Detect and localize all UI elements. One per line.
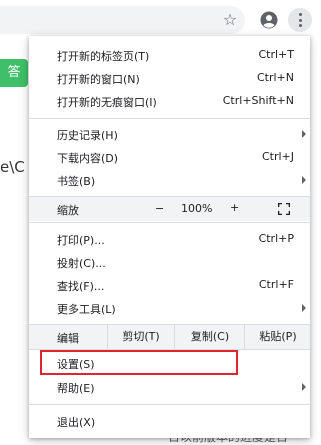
menu-item-bookmarks[interactable]: 书签(B) <box>29 169 310 192</box>
menu-item-label: 打开新的标签页(T) <box>57 50 150 63</box>
menu-item-label: 查找(F)... <box>57 280 105 293</box>
submenu-arrow-icon <box>302 383 306 391</box>
zoom-out-button[interactable]: − <box>155 202 164 215</box>
submenu-arrow-icon <box>302 130 306 138</box>
menu-item-label: 下载内容(D) <box>57 152 119 165</box>
cut-button[interactable]: 剪切(T) <box>107 325 174 349</box>
settings-highlight-box <box>40 350 238 375</box>
menu-item-label: 书签(B) <box>57 175 96 188</box>
page-green-button[interactable]: 答 <box>0 59 28 87</box>
menu-item-shortcut: Ctrl+J <box>261 150 294 163</box>
menu-divider <box>29 222 310 223</box>
menu-edit-row: 编辑 剪切(T) 复制(C) 粘贴(P) <box>29 325 310 349</box>
zoom-level-value: 100% <box>181 202 213 215</box>
chrome-main-menu: 打开新的标签页(T) Ctrl+T 打开新的窗口(N) Ctrl+N 打开新的无… <box>29 36 310 438</box>
menu-item-more-tools[interactable]: 更多工具(L) <box>29 297 310 320</box>
menu-item-label: 打印(P)... <box>57 234 105 247</box>
menu-item-shortcut: Ctrl+T <box>258 48 294 61</box>
edit-label: 编辑 <box>57 332 79 345</box>
menu-item-new-tab[interactable]: 打开新的标签页(T) Ctrl+T <box>29 44 310 67</box>
menu-item-label: 帮助(E) <box>57 382 95 395</box>
menu-item-print[interactable]: 打印(P)... Ctrl+P <box>29 228 310 251</box>
submenu-arrow-icon <box>302 176 306 184</box>
menu-item-label: 历史记录(H) <box>57 129 118 142</box>
menu-item-shortcut: Ctrl+Shift+N <box>222 94 294 107</box>
menu-item-new-window[interactable]: 打开新的窗口(N) Ctrl+N <box>29 67 310 90</box>
menu-item-label: 投射(C)... <box>57 257 106 270</box>
menu-divider <box>29 404 310 405</box>
menu-item-label: 退出(X) <box>57 416 96 429</box>
menu-divider <box>29 118 310 119</box>
menu-item-find[interactable]: 查找(F)... Ctrl+F <box>29 274 310 297</box>
menu-item-shortcut: Ctrl+P <box>258 232 294 245</box>
menu-dots-icon[interactable] <box>288 8 312 32</box>
browser-toolbar: ☆ <box>0 0 321 40</box>
bookmark-star-icon[interactable]: ☆ <box>221 11 239 29</box>
submenu-arrow-icon <box>302 304 306 312</box>
paste-button[interactable]: 粘贴(P) <box>244 325 311 349</box>
menu-item-help[interactable]: 帮助(E) <box>29 376 310 399</box>
zoom-in-button[interactable]: + <box>230 201 239 214</box>
fullscreen-icon[interactable] <box>278 203 290 215</box>
menu-item-history[interactable]: 历史记录(H) <box>29 123 310 146</box>
menu-item-label: 打开新的无痕窗口(I) <box>57 96 157 109</box>
profile-icon[interactable] <box>260 11 278 29</box>
menu-item-exit[interactable]: 退出(X) <box>29 410 310 433</box>
address-bar[interactable] <box>0 6 245 34</box>
menu-item-label: 更多工具(L) <box>57 303 116 316</box>
menu-item-label: 打开新的窗口(N) <box>57 73 140 86</box>
menu-item-shortcut: Ctrl+F <box>258 278 294 291</box>
zoom-label: 缩放 <box>57 204 79 217</box>
menu-item-incognito[interactable]: 打开新的无痕窗口(I) Ctrl+Shift+N <box>29 90 310 113</box>
menu-item-shortcut: Ctrl+N <box>256 71 294 84</box>
menu-item-downloads[interactable]: 下载内容(D) Ctrl+J <box>29 146 310 169</box>
menu-item-cast[interactable]: 投射(C)... <box>29 251 310 274</box>
copy-button[interactable]: 复制(C) <box>174 325 245 349</box>
menu-zoom-row: 缩放 − 100% + <box>29 197 310 221</box>
page-path-text: e\C <box>0 158 25 176</box>
